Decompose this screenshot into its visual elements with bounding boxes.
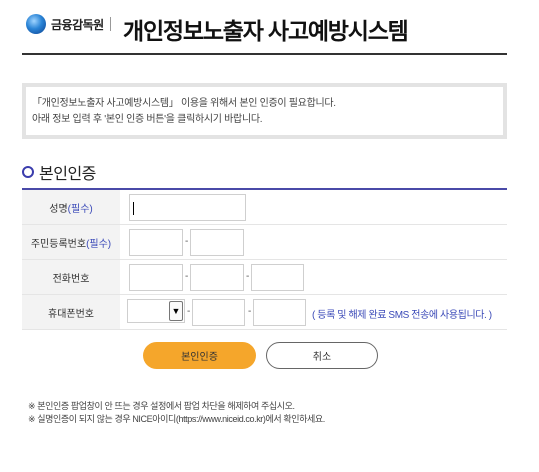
rrn-front-input[interactable] [129,229,183,256]
org-name: 금융감독원 [51,17,104,32]
rrn-back-input[interactable] [190,229,244,256]
phone-label-cell: 전화번호 [22,260,120,294]
header: 금융감독원 개인정보노출자 사고예방시스템 [22,10,507,54]
mobile-label-cell: 휴대폰번호 [22,295,120,329]
form-row-rrn: 주민등록번호 (필수) - [22,225,507,260]
circle-bullet-icon [22,166,34,178]
form-row-name: 성명 (필수) [22,190,507,225]
chevron-down-icon[interactable]: ▼ [169,301,183,321]
mobile-prefix-select[interactable]: ▼ [127,299,185,323]
globe-logo-icon [26,14,46,34]
rrn-label: 주민등록번호 [30,238,87,250]
form-row-mobile: 휴대폰번호 ▼ - - ( 등록 및 해제 완료 SMS 전송에 사용됩니다. … [22,295,507,330]
name-input[interactable] [129,194,246,221]
phone-part-3-input[interactable] [251,264,304,291]
mobile-label: 휴대폰번호 [48,308,94,320]
rrn-label-cell: 주민등록번호 (필수) [22,225,120,259]
page-title: 개인정보노출자 사고예방시스템 [123,18,409,44]
name-label-cell: 성명 (필수) [22,190,120,224]
notice-line-1: 「개인정보노출자 사고예방시스템」 이용을 위해서 본인 인증이 필요합니다. [32,98,336,109]
phone-part-1-input[interactable] [129,264,183,291]
verify-button[interactable]: 본인인증 [143,342,256,369]
mobile-dash-2: - [248,306,252,317]
form-row-phone: 전화번호 - - [22,260,507,295]
name-required-mark: (필수) [67,203,93,215]
mobile-hint: ( 등록 및 해제 완료 SMS 전송에 사용됩니다. ) [312,310,492,321]
logo-separator [109,17,111,31]
section-header: 본인인증 [22,160,96,184]
rrn-dash: - [185,236,189,247]
notice-line-2: 아래 정보 입력 후 '본인 인증 버튼'을 클릭하시기 바랍니다. [32,114,263,125]
fss-logo: 금융감독원 [26,14,111,34]
name-label: 성명 [49,203,68,215]
auth-form: 성명 (필수) 주민등록번호 (필수) - 전화번호 - - 휴대폰번호 ▼ -… [22,190,507,330]
mobile-part-3-input[interactable] [253,299,306,326]
rrn-required-mark: (필수) [86,238,112,250]
header-divider [22,53,507,55]
phone-dash-1: - [185,271,189,282]
notice-box: 「개인정보노출자 사고예방시스템」 이용을 위해서 본인 인증이 필요합니다. … [22,83,507,139]
note-line-2: ※ 실명인증이 되지 않는 경우 NICE아이디(https://www.nic… [28,414,325,424]
mobile-dash-1: - [187,306,191,317]
cancel-button[interactable]: 취소 [266,342,378,369]
phone-dash-2: - [246,271,250,282]
mobile-part-2-input[interactable] [192,299,245,326]
text-cursor [133,202,134,215]
note-line-1: ※ 본인인증 팝업창이 안 뜨는 경우 설정에서 팝업 차단을 해제하여 주십시… [28,401,295,411]
footer-notes: ※ 본인인증 팝업창이 안 뜨는 경우 설정에서 팝업 차단을 해제하여 주십시… [28,400,325,426]
phone-part-2-input[interactable] [190,264,244,291]
phone-label: 전화번호 [52,273,90,285]
section-title: 본인인증 [39,166,96,183]
